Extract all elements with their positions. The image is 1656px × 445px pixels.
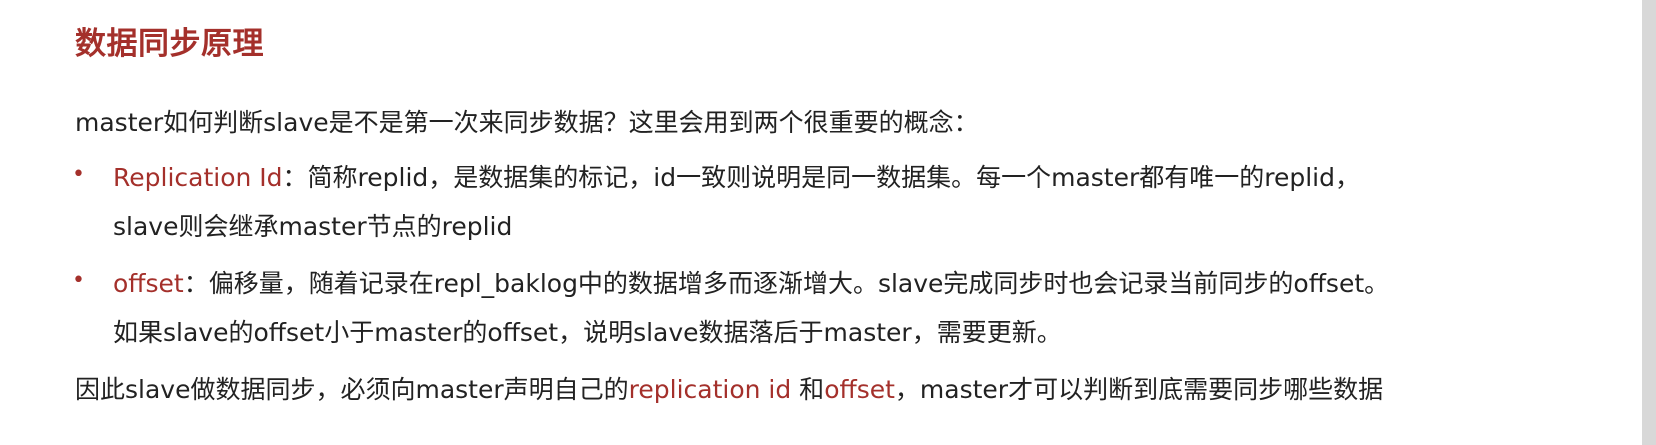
offset-line2: 如果slave的offset小于master的offset，说明slave数据落…: [113, 318, 1062, 347]
conclusion-part1: 因此slave做数据同步，必须向master声明自己的: [75, 375, 629, 404]
conclusion-paragraph: 因此slave做数据同步，必须向master声明自己的replication i…: [75, 373, 1383, 407]
offset-term: offset: [113, 269, 184, 298]
conclusion-part2: 和: [791, 375, 825, 404]
conclusion-offset: offset: [824, 375, 895, 404]
replication-id-line2: slave则会继承master节点的replid: [113, 212, 513, 241]
offset-description: ：偏移量，随着记录在repl_baklog中的数据增多而逐渐增大。slave完成…: [183, 269, 1390, 298]
intro-paragraph: master如何判断slave是不是第一次来同步数据？这里会用到两个很重要的概念…: [75, 108, 979, 137]
conclusion-replication-id: replication id: [628, 375, 792, 404]
replication-id-description: ：简称replid，是数据集的标记，id一致则说明是同一数据集。每一个maste…: [282, 163, 1360, 192]
replication-id-term: Replication Id: [113, 163, 283, 192]
bullet-dot-icon: •: [72, 162, 85, 187]
scrollbar[interactable]: [1642, 0, 1656, 445]
bullet-dot-icon: •: [72, 268, 85, 293]
replication-id-line1: Replication Id：简称replid，是数据集的标记，id一致则说明是…: [113, 161, 1360, 195]
page-title: 数据同步原理: [75, 26, 264, 62]
offset-line1: offset：偏移量，随着记录在repl_baklog中的数据增多而逐渐增大。s…: [113, 267, 1389, 301]
conclusion-part3: ，master才可以判断到底需要同步哪些数据: [894, 375, 1384, 404]
